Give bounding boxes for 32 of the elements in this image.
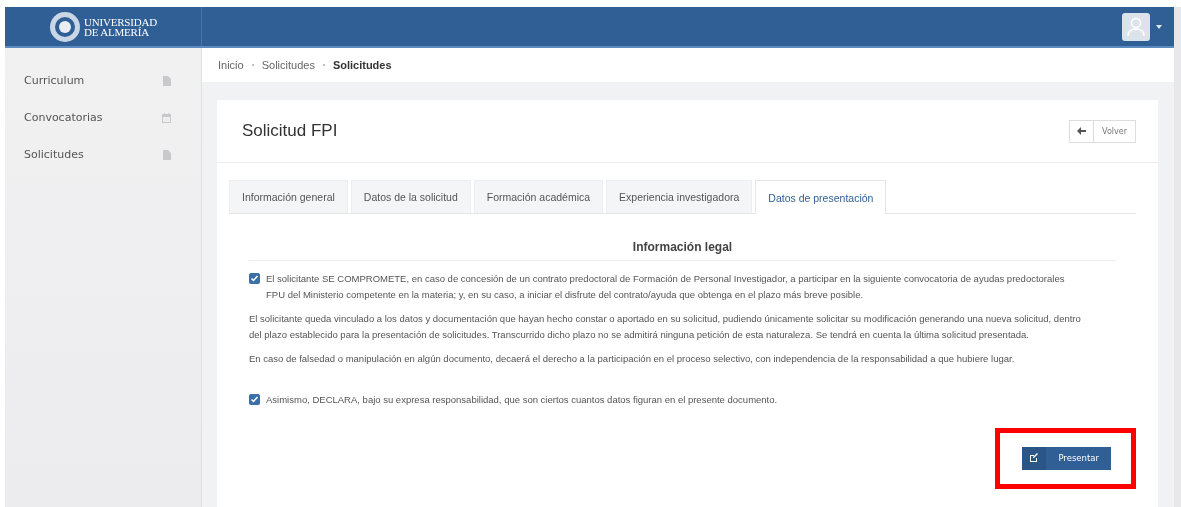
tab[interactable]: Información general — [229, 180, 348, 213]
tab[interactable]: Experiencia investigadora — [606, 180, 753, 213]
checkbox-label: Asimismo, DECLARA, bajo su expresa responsabilidad, que son ciertos cuantos datos figuran en el presente documento. — [266, 393, 778, 407]
submit-button[interactable]: Presentar — [1022, 446, 1111, 470]
tab[interactable]: Datos de la solicitud — [350, 180, 471, 213]
breadcrumb-current: Solicitudes — [332, 59, 392, 71]
calendar-icon — [162, 112, 171, 123]
checkbox[interactable] — [249, 394, 260, 405]
sidebar-item[interactable]: Curriculum — [5, 62, 201, 99]
sidebar-item[interactable]: Solicitudes — [5, 136, 201, 173]
page-title: Solicitud FPI — [242, 121, 338, 141]
breadcrumb-link[interactable]: Inicio — [218, 59, 244, 71]
checkbox[interactable] — [249, 272, 260, 284]
document-icon — [163, 75, 171, 86]
tab[interactable]: Datos de presentación — [755, 180, 887, 214]
scrollbar[interactable] — [1174, 7, 1181, 507]
legal-paragraph: En caso de falsedad o manipulación en algún documento, decaerá el derecho a la participación en el proceso selectivo, con independencia de la responsabilidad a que hubiere lugar. — [249, 351, 1016, 366]
section-title: Información legal — [249, 239, 1116, 261]
edit-icon — [1029, 453, 1040, 463]
sidebar-item[interactable]: Convocatorias — [5, 99, 201, 136]
legal-paragraph: El solicitante queda vinculado a los datos y documentación que hayan hecho constar o aportado en su solicitud, pudiendo únicamente solicitar su modificación generando una nueva solicitud, dentro del plazo establecido para la presentación de solicitudes. Transcurrido dicho plazo no se admitirá ninguna petición de esta naturaleza. Se tendrá en cuenta la última solicitud presentada. — [249, 311, 1082, 342]
caret-icon[interactable] — [1156, 24, 1162, 29]
arrow-left-icon — [1077, 127, 1087, 135]
university-seal-icon — [49, 10, 81, 43]
checkbox-label: El solicitante SE COMPROMETE, en caso de concesión de un contrato predoctoral de Formación de Personal Investigador, a participar en la siguiente convocatoria de ayudas predoctorales FPU del Ministerio competente en la materia; y, en su caso, a iniciar el disfrute del contrato/ayuda que obtenga en el plazo más breve posible. — [266, 271, 1066, 302]
university-logo-text: UNIVERSIDAD DE ALMERÍA — [84, 16, 157, 37]
user-avatar[interactable] — [1122, 12, 1150, 41]
document-icon — [163, 149, 171, 160]
back-button[interactable]: Volver — [1069, 119, 1136, 143]
breadcrumb-link[interactable]: Solicitudes — [261, 59, 315, 71]
tab[interactable]: Formación académica — [473, 180, 604, 213]
user-icon — [1127, 16, 1145, 37]
